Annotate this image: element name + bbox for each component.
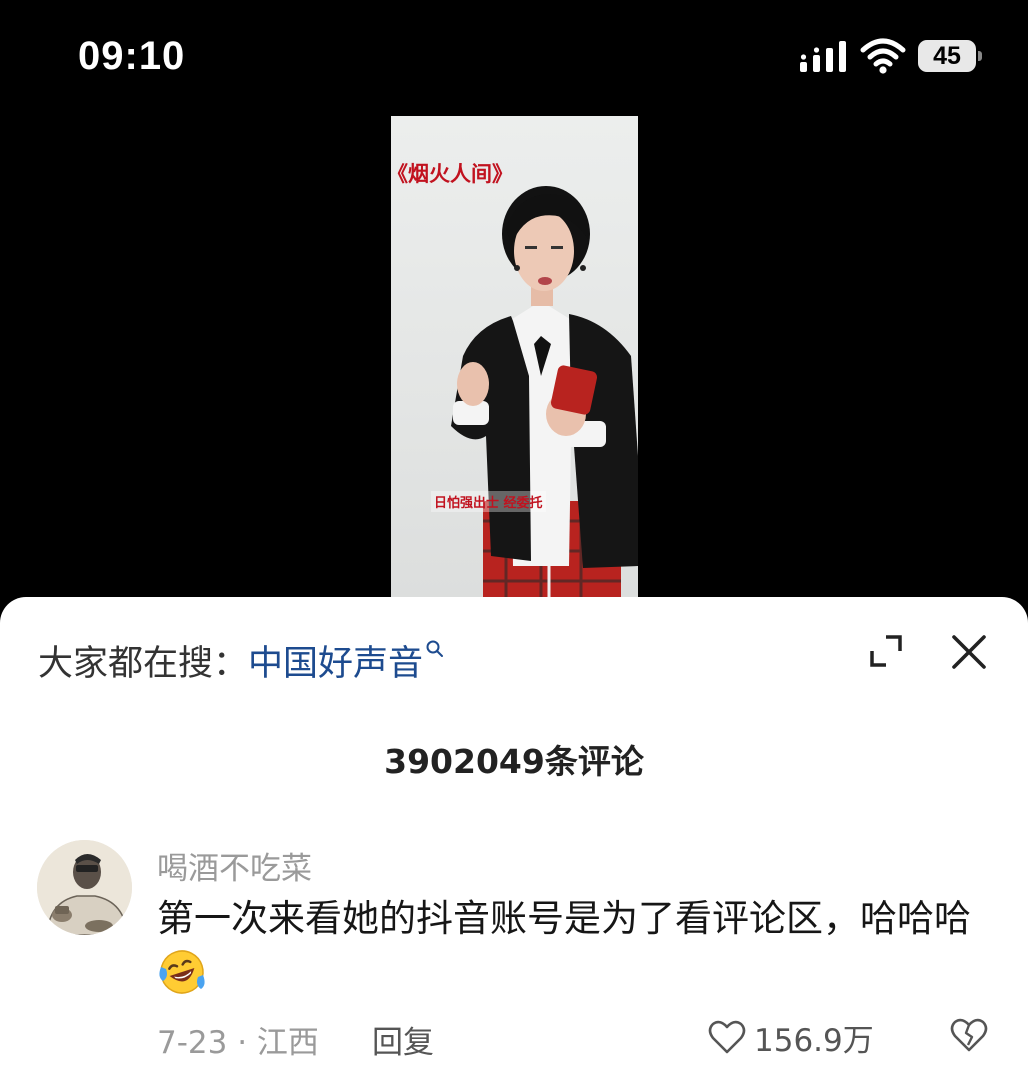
comment-sheet: 大家都在搜：中国好声音 3902049条评论 喝酒不吃菜 第一次来看她的抖音账号… (0, 597, 1028, 1078)
battery-indicator: 45 (918, 40, 982, 72)
video-caption-overlay: 日怕强出士 经委托 (431, 491, 546, 512)
comment-body: 第一次来看她的抖音账号是为了看评论区，哈哈哈 (157, 891, 977, 1003)
wifi-icon (860, 38, 906, 74)
status-bar: 09:10 45 (0, 0, 1028, 110)
video-player[interactable]: 《烟火人间》 日怕强出士 经委托 (391, 116, 638, 600)
comment-item: 喝酒不吃菜 第一次来看她的抖音账号是为了看评论区，哈哈哈 7-23 · 江西 回… (0, 837, 1028, 1077)
search-suggestion-term[interactable]: 中国好声音 (248, 644, 423, 684)
search-suggestion-prefix: 大家都在搜： (38, 644, 249, 684)
search-icon (426, 640, 444, 657)
broken-heart-icon[interactable] (950, 1017, 988, 1053)
heart-icon (708, 1020, 746, 1054)
comment-author[interactable]: 喝酒不吃菜 (157, 843, 312, 888)
status-time: 09:10 (78, 34, 186, 78)
close-icon[interactable] (950, 633, 988, 671)
avatar-image (37, 840, 132, 935)
comment-body-text: 第一次来看她的抖音账号是为了看评论区，哈哈哈 (157, 897, 971, 940)
like-count: 156.9万 (754, 1022, 874, 1059)
battery-cap (978, 51, 982, 61)
expand-icon[interactable] (868, 633, 904, 669)
video-person-image (451, 186, 638, 600)
reply-button[interactable]: 回复 (372, 1017, 434, 1062)
avatar[interactable] (37, 840, 132, 935)
laughing-tears-emoji-icon (159, 950, 205, 994)
comment-count-title: 3902049条评论 (384, 742, 644, 781)
comment-date-location: 7-23 · 江西 (157, 1025, 319, 1061)
battery-level: 45 (918, 40, 976, 72)
like-button[interactable]: 156.9万 (708, 1015, 874, 1059)
search-suggestion[interactable]: 大家都在搜：中国好声音 (38, 635, 445, 686)
screen: 09:10 45 《烟火人间》 日怕强出士 经委托 大家都在搜：中国好声音 39… (0, 0, 1028, 1078)
signal-icon (800, 41, 846, 72)
